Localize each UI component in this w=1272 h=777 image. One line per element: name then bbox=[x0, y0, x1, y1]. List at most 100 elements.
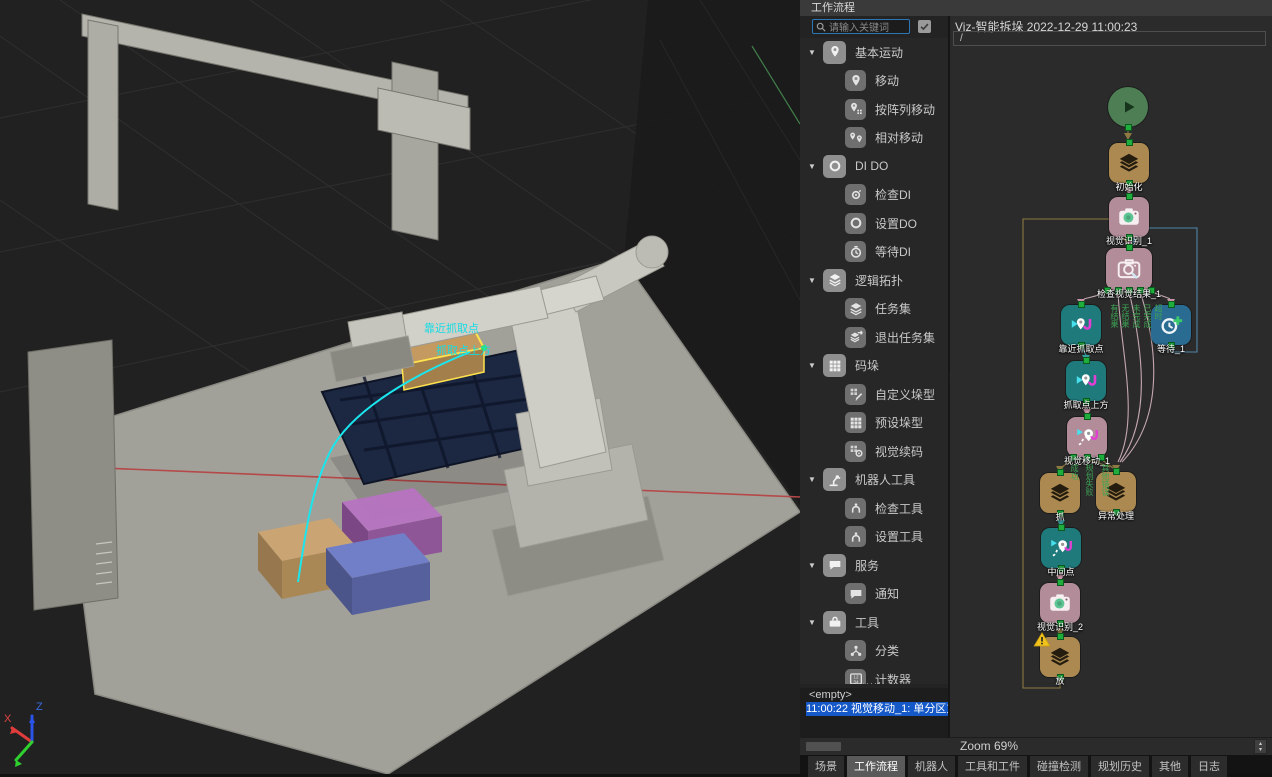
port-out[interactable] bbox=[1125, 124, 1132, 131]
tree-item-1-0[interactable]: 检查DI bbox=[800, 181, 948, 210]
tree-item-1-1[interactable]: 设置DO bbox=[800, 209, 948, 238]
step-library: 请输入关键词 ▼基本运动移动按阵列移动相对移动 ▼ DI DO 检查DI设置DO等待D… bbox=[800, 16, 948, 737]
port-in[interactable] bbox=[1113, 468, 1120, 475]
tree-item-0-0[interactable]: 移动 bbox=[800, 67, 948, 96]
message-empty: <empty> bbox=[800, 688, 948, 701]
node-mid[interactable]: 中间点 bbox=[1041, 528, 1081, 568]
port-in[interactable] bbox=[1058, 524, 1065, 531]
classify-icon bbox=[845, 640, 866, 661]
ring-icon bbox=[845, 213, 866, 234]
tree-item-5-0[interactable]: 通知 bbox=[800, 580, 948, 609]
node-label: 等待_1 bbox=[1157, 342, 1185, 355]
tree-item-4-1[interactable]: 设置工具 bbox=[800, 523, 948, 552]
tree-group-label: DI DO bbox=[855, 159, 888, 173]
tree-item-3-0[interactable]: 自定义垛型 bbox=[800, 380, 948, 409]
search-input[interactable]: 请输入关键词 bbox=[812, 19, 910, 34]
tree-item-3-2[interactable]: 视觉续码 bbox=[800, 437, 948, 466]
collapse-arrow-icon[interactable]: ▼ bbox=[808, 475, 818, 484]
port-in[interactable] bbox=[1083, 357, 1090, 364]
node-label: 异常处理 bbox=[1098, 509, 1134, 522]
tree-group-1[interactable]: ▼ DI DO bbox=[800, 152, 948, 181]
port-in[interactable] bbox=[1126, 193, 1133, 200]
node-check[interactable]: 检查视觉结果_1 bbox=[1106, 248, 1152, 290]
log-entry[interactable]: 11:00:22 视觉移动_1: 单分区方形 bbox=[806, 702, 948, 716]
node-label: 检查视觉结果_1 bbox=[1097, 287, 1161, 300]
tree-item-label: 退出任务集 bbox=[875, 329, 935, 346]
workflow-graph-panel: Viz-智能拆垛 2022-12-29 11:00:23 / bbox=[950, 16, 1272, 737]
waypoint-label-above: 抓取点上方 bbox=[436, 343, 491, 357]
port-in[interactable] bbox=[1057, 633, 1064, 640]
3d-viewport[interactable]: 靠近抓取点 抓取点上方 X Z bbox=[0, 0, 800, 774]
port-in[interactable] bbox=[1084, 413, 1091, 420]
panel-titlebar[interactable]: 工作流程 bbox=[800, 0, 1272, 16]
tree-item-1-2[interactable]: 等待DI bbox=[800, 238, 948, 267]
tree-item-0-1[interactable]: 按阵列移动 bbox=[800, 95, 948, 124]
port-in[interactable] bbox=[1078, 301, 1085, 308]
tree-group-0[interactable]: ▼基本运动 bbox=[800, 38, 948, 67]
grid-pen-icon bbox=[845, 384, 866, 405]
tree-group-2[interactable]: ▼逻辑拓扑 bbox=[800, 266, 948, 295]
move-icon bbox=[1068, 312, 1094, 338]
node-init[interactable]: 初始化 bbox=[1109, 143, 1149, 183]
tree-item-label: 分类 bbox=[875, 642, 899, 659]
layers-icon bbox=[1047, 480, 1073, 506]
node-near[interactable]: 靠近抓取点 bbox=[1061, 305, 1101, 345]
collapse-arrow-icon[interactable]: ▼ bbox=[808, 618, 818, 627]
edge-label: 成功 bbox=[1070, 464, 1079, 480]
node-label: 初始化 bbox=[1115, 180, 1142, 193]
tree-item-3-1[interactable]: 预设垛型 bbox=[800, 409, 948, 438]
collapse-arrow-icon[interactable]: ▼ bbox=[808, 48, 818, 57]
node-vmove[interactable]: 视觉移动_1 bbox=[1067, 417, 1107, 457]
edge-label: 已完成 bbox=[1143, 304, 1152, 328]
pin-icon bbox=[823, 41, 846, 64]
filter-checkbox[interactable] bbox=[918, 20, 931, 33]
edge-label: 无结果 bbox=[1121, 304, 1130, 328]
node-above[interactable]: 抓取点上方 bbox=[1066, 361, 1106, 401]
collapse-arrow-icon[interactable]: ▼ bbox=[808, 561, 818, 570]
node-place[interactable]: 放 bbox=[1040, 637, 1080, 677]
layers-icon bbox=[1116, 150, 1142, 176]
tree-item-label: 按阵列移动 bbox=[875, 101, 935, 118]
ring-dot-icon bbox=[845, 184, 866, 205]
tree-item-4-0[interactable]: 检查工具 bbox=[800, 494, 948, 523]
collapse-arrow-icon[interactable]: ▼ bbox=[808, 361, 818, 370]
gripper-icon bbox=[845, 498, 866, 519]
workflow-canvas[interactable]: 初始化视觉识别_1检查视觉结果_1靠近抓取点等待_1抓取点上方视觉移动_1抓异常… bbox=[950, 48, 1272, 737]
tree-group-6[interactable]: ▼工具 bbox=[800, 608, 948, 637]
tree-item-2-1[interactable]: 退出任务集 bbox=[800, 323, 948, 352]
tree-item-label: 自定义垛型 bbox=[875, 386, 935, 403]
node-label: 抓 bbox=[1055, 510, 1064, 523]
port-in[interactable] bbox=[1126, 139, 1133, 146]
tree-group-5[interactable]: ▼服务 bbox=[800, 551, 948, 580]
axis-z-label: Z bbox=[36, 701, 43, 713]
node-vis2[interactable]: 视觉识别_2 bbox=[1040, 583, 1080, 623]
tree-item-label: 视觉续码 bbox=[875, 443, 923, 460]
chat-icon bbox=[845, 583, 866, 604]
tree-item-2-0[interactable]: 任务集 bbox=[800, 295, 948, 324]
grid-cam-icon bbox=[845, 441, 866, 462]
tree-group-3[interactable]: ▼ 码垛 bbox=[800, 352, 948, 381]
port-in[interactable] bbox=[1057, 579, 1064, 586]
tree-item-6-0[interactable]: 分类 bbox=[800, 637, 948, 666]
port-in[interactable] bbox=[1168, 301, 1175, 308]
node-label: 靠近抓取点 bbox=[1058, 342, 1103, 355]
node-vis1[interactable]: 视觉识别_1 bbox=[1109, 197, 1149, 237]
tree-item-0-2[interactable]: 相对移动 bbox=[800, 124, 948, 153]
collapse-arrow-icon[interactable]: ▼ bbox=[808, 276, 818, 285]
tree-group-4[interactable]: ▼机器人工具 bbox=[800, 466, 948, 495]
port-in[interactable] bbox=[1126, 244, 1133, 251]
node-start[interactable] bbox=[1108, 87, 1148, 127]
search-icon bbox=[816, 22, 826, 32]
port-in[interactable] bbox=[1057, 469, 1064, 476]
zoom-spinner[interactable]: ▴▾ bbox=[1254, 739, 1267, 754]
edge-label: 未完成 bbox=[1132, 304, 1141, 328]
camera-icon bbox=[1047, 590, 1073, 616]
tree-group-label: 码垛 bbox=[855, 357, 879, 374]
ring-icon bbox=[823, 155, 846, 178]
move-icon bbox=[1073, 368, 1099, 394]
search-placeholder: 请输入关键词 bbox=[829, 19, 889, 34]
library-resize-handle[interactable]: ······ bbox=[800, 678, 948, 688]
breadcrumb[interactable]: / bbox=[953, 31, 1266, 46]
step-library-tree[interactable]: ▼基本运动移动按阵列移动相对移动 ▼ DI DO 检查DI设置DO等待DI▼逻辑拓扑任… bbox=[800, 38, 948, 684]
collapse-arrow-icon[interactable]: ▼ bbox=[808, 162, 818, 171]
